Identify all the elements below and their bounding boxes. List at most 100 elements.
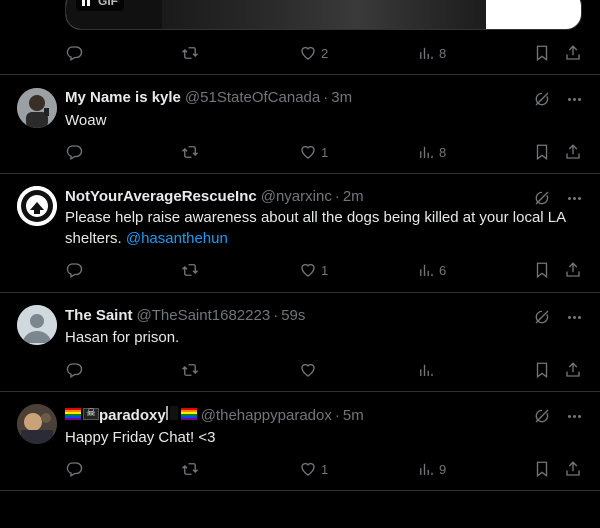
bookmark-button[interactable] bbox=[533, 261, 551, 279]
tweet-header: The Saint @TheSaint1682223 · 59s bbox=[65, 307, 305, 324]
tweet-actions: 2 8 bbox=[65, 43, 590, 63]
views-icon bbox=[417, 261, 435, 279]
avatar[interactable] bbox=[17, 404, 57, 444]
reply-button[interactable] bbox=[65, 261, 83, 279]
share-button[interactable] bbox=[564, 261, 582, 279]
separator-dot: · bbox=[323, 89, 329, 106]
timestamp[interactable]: 59s bbox=[281, 307, 305, 324]
bookmark-button[interactable] bbox=[533, 143, 551, 161]
bookmark-button[interactable] bbox=[533, 460, 551, 478]
heart-icon bbox=[299, 261, 317, 279]
retweet-button[interactable] bbox=[181, 261, 199, 279]
tweet-header: NotYourAverageRescueInc @nyarxinc · 2m bbox=[65, 188, 364, 205]
retweet-icon bbox=[181, 44, 199, 62]
separator-dot: · bbox=[273, 307, 279, 324]
tweet-text: Happy Friday Chat! <3 bbox=[65, 427, 585, 448]
timestamp[interactable]: 3m bbox=[331, 89, 352, 106]
reply-button[interactable] bbox=[65, 143, 83, 161]
heart-icon bbox=[299, 460, 317, 478]
share-button[interactable] bbox=[564, 143, 582, 161]
reply-icon bbox=[65, 143, 83, 161]
handle[interactable]: @thehappyparadox bbox=[201, 407, 332, 424]
tweet-corner-actions bbox=[533, 407, 583, 425]
share-button[interactable] bbox=[564, 460, 582, 478]
bookmark-button[interactable] bbox=[533, 44, 551, 62]
timestamp[interactable]: 2m bbox=[343, 188, 364, 205]
grok-icon[interactable] bbox=[533, 90, 551, 108]
tweet-header: My Name is kyle @51StateOfCanada · 3m bbox=[65, 89, 352, 106]
tweet-partial: GIF 2 8 bbox=[0, 0, 600, 75]
separator-dot: · bbox=[334, 188, 340, 205]
retweet-button[interactable] bbox=[181, 143, 199, 161]
timestamp[interactable]: 5m bbox=[343, 407, 364, 424]
retweet-button[interactable] bbox=[181, 460, 199, 478]
share-icon bbox=[564, 361, 582, 379]
heart-icon bbox=[299, 44, 317, 62]
reply-button[interactable] bbox=[65, 460, 83, 478]
handle[interactable]: @TheSaint1682223 bbox=[137, 307, 271, 324]
views-button[interactable]: 9 bbox=[417, 460, 446, 478]
tweet[interactable]: NotYourAverageRescueInc @nyarxinc · 2m P… bbox=[0, 174, 600, 293]
tweet-text: Hasan for prison. bbox=[65, 327, 585, 348]
share-icon bbox=[564, 460, 582, 478]
tweet-corner-actions bbox=[533, 189, 583, 207]
more-icon[interactable] bbox=[565, 407, 583, 425]
grok-icon[interactable] bbox=[533, 189, 551, 207]
view-count: 9 bbox=[439, 461, 447, 477]
reply-icon bbox=[65, 44, 83, 62]
more-icon[interactable] bbox=[565, 90, 583, 108]
display-name[interactable]: My Name is kyle bbox=[65, 89, 181, 106]
tweet[interactable]: The Saint @TheSaint1682223 · 59s Hasan f… bbox=[0, 293, 600, 392]
reply-button[interactable] bbox=[65, 44, 83, 62]
avatar[interactable] bbox=[17, 88, 57, 128]
share-button[interactable] bbox=[564, 361, 582, 379]
like-button[interactable]: 2 bbox=[299, 44, 328, 62]
avatar[interactable] bbox=[17, 305, 57, 345]
views-button[interactable]: 8 bbox=[417, 44, 446, 62]
pause-icon bbox=[82, 0, 90, 6]
display-name[interactable]: The Saint bbox=[65, 307, 133, 324]
gif-media[interactable]: GIF bbox=[65, 0, 582, 30]
grok-icon[interactable] bbox=[533, 407, 551, 425]
views-button[interactable]: 8 bbox=[417, 143, 446, 161]
bookmark-button[interactable] bbox=[533, 361, 551, 379]
like-button[interactable] bbox=[299, 361, 321, 379]
share-button[interactable] bbox=[564, 44, 582, 62]
like-button[interactable]: 1 bbox=[299, 261, 328, 279]
retweet-button[interactable] bbox=[181, 44, 199, 62]
tweet-header: paradoxy @thehappyparadox · 5m bbox=[65, 406, 364, 424]
retweet-button[interactable] bbox=[181, 361, 199, 379]
reply-icon bbox=[65, 460, 83, 478]
black-flag-icon bbox=[165, 406, 178, 420]
bookmark-icon bbox=[533, 44, 551, 62]
retweet-icon bbox=[181, 460, 199, 478]
handle[interactable]: @nyarxinc bbox=[261, 188, 332, 205]
views-button[interactable] bbox=[417, 361, 439, 379]
views-icon bbox=[417, 143, 435, 161]
like-count: 1 bbox=[321, 461, 329, 477]
reply-button[interactable] bbox=[65, 361, 83, 379]
rainbow-flag-icon bbox=[65, 408, 81, 420]
more-icon[interactable] bbox=[565, 189, 583, 207]
view-count: 8 bbox=[439, 144, 447, 160]
views-icon bbox=[417, 44, 435, 62]
more-icon[interactable] bbox=[565, 308, 583, 326]
views-button[interactable]: 6 bbox=[417, 261, 446, 279]
handle[interactable]: @51StateOfCanada bbox=[185, 89, 320, 106]
avatar[interactable] bbox=[17, 186, 57, 226]
tweet-actions bbox=[65, 360, 590, 380]
share-icon bbox=[564, 44, 582, 62]
display-name[interactable]: NotYourAverageRescueInc bbox=[65, 188, 257, 205]
tweet[interactable]: paradoxy @thehappyparadox · 5m Happy Fri… bbox=[0, 392, 600, 491]
like-button[interactable]: 1 bbox=[299, 460, 328, 478]
tweet[interactable]: My Name is kyle @51StateOfCanada · 3m Wo… bbox=[0, 75, 600, 174]
like-count: 2 bbox=[321, 45, 329, 61]
gif-pause-button[interactable]: GIF bbox=[76, 0, 124, 11]
separator-dot: · bbox=[334, 407, 340, 424]
grok-icon[interactable] bbox=[533, 308, 551, 326]
mention-link[interactable]: @hasanthehun bbox=[126, 230, 228, 247]
retweet-icon bbox=[181, 261, 199, 279]
like-button[interactable]: 1 bbox=[299, 143, 328, 161]
display-name[interactable]: paradoxy bbox=[99, 407, 166, 424]
like-count: 1 bbox=[321, 144, 329, 160]
